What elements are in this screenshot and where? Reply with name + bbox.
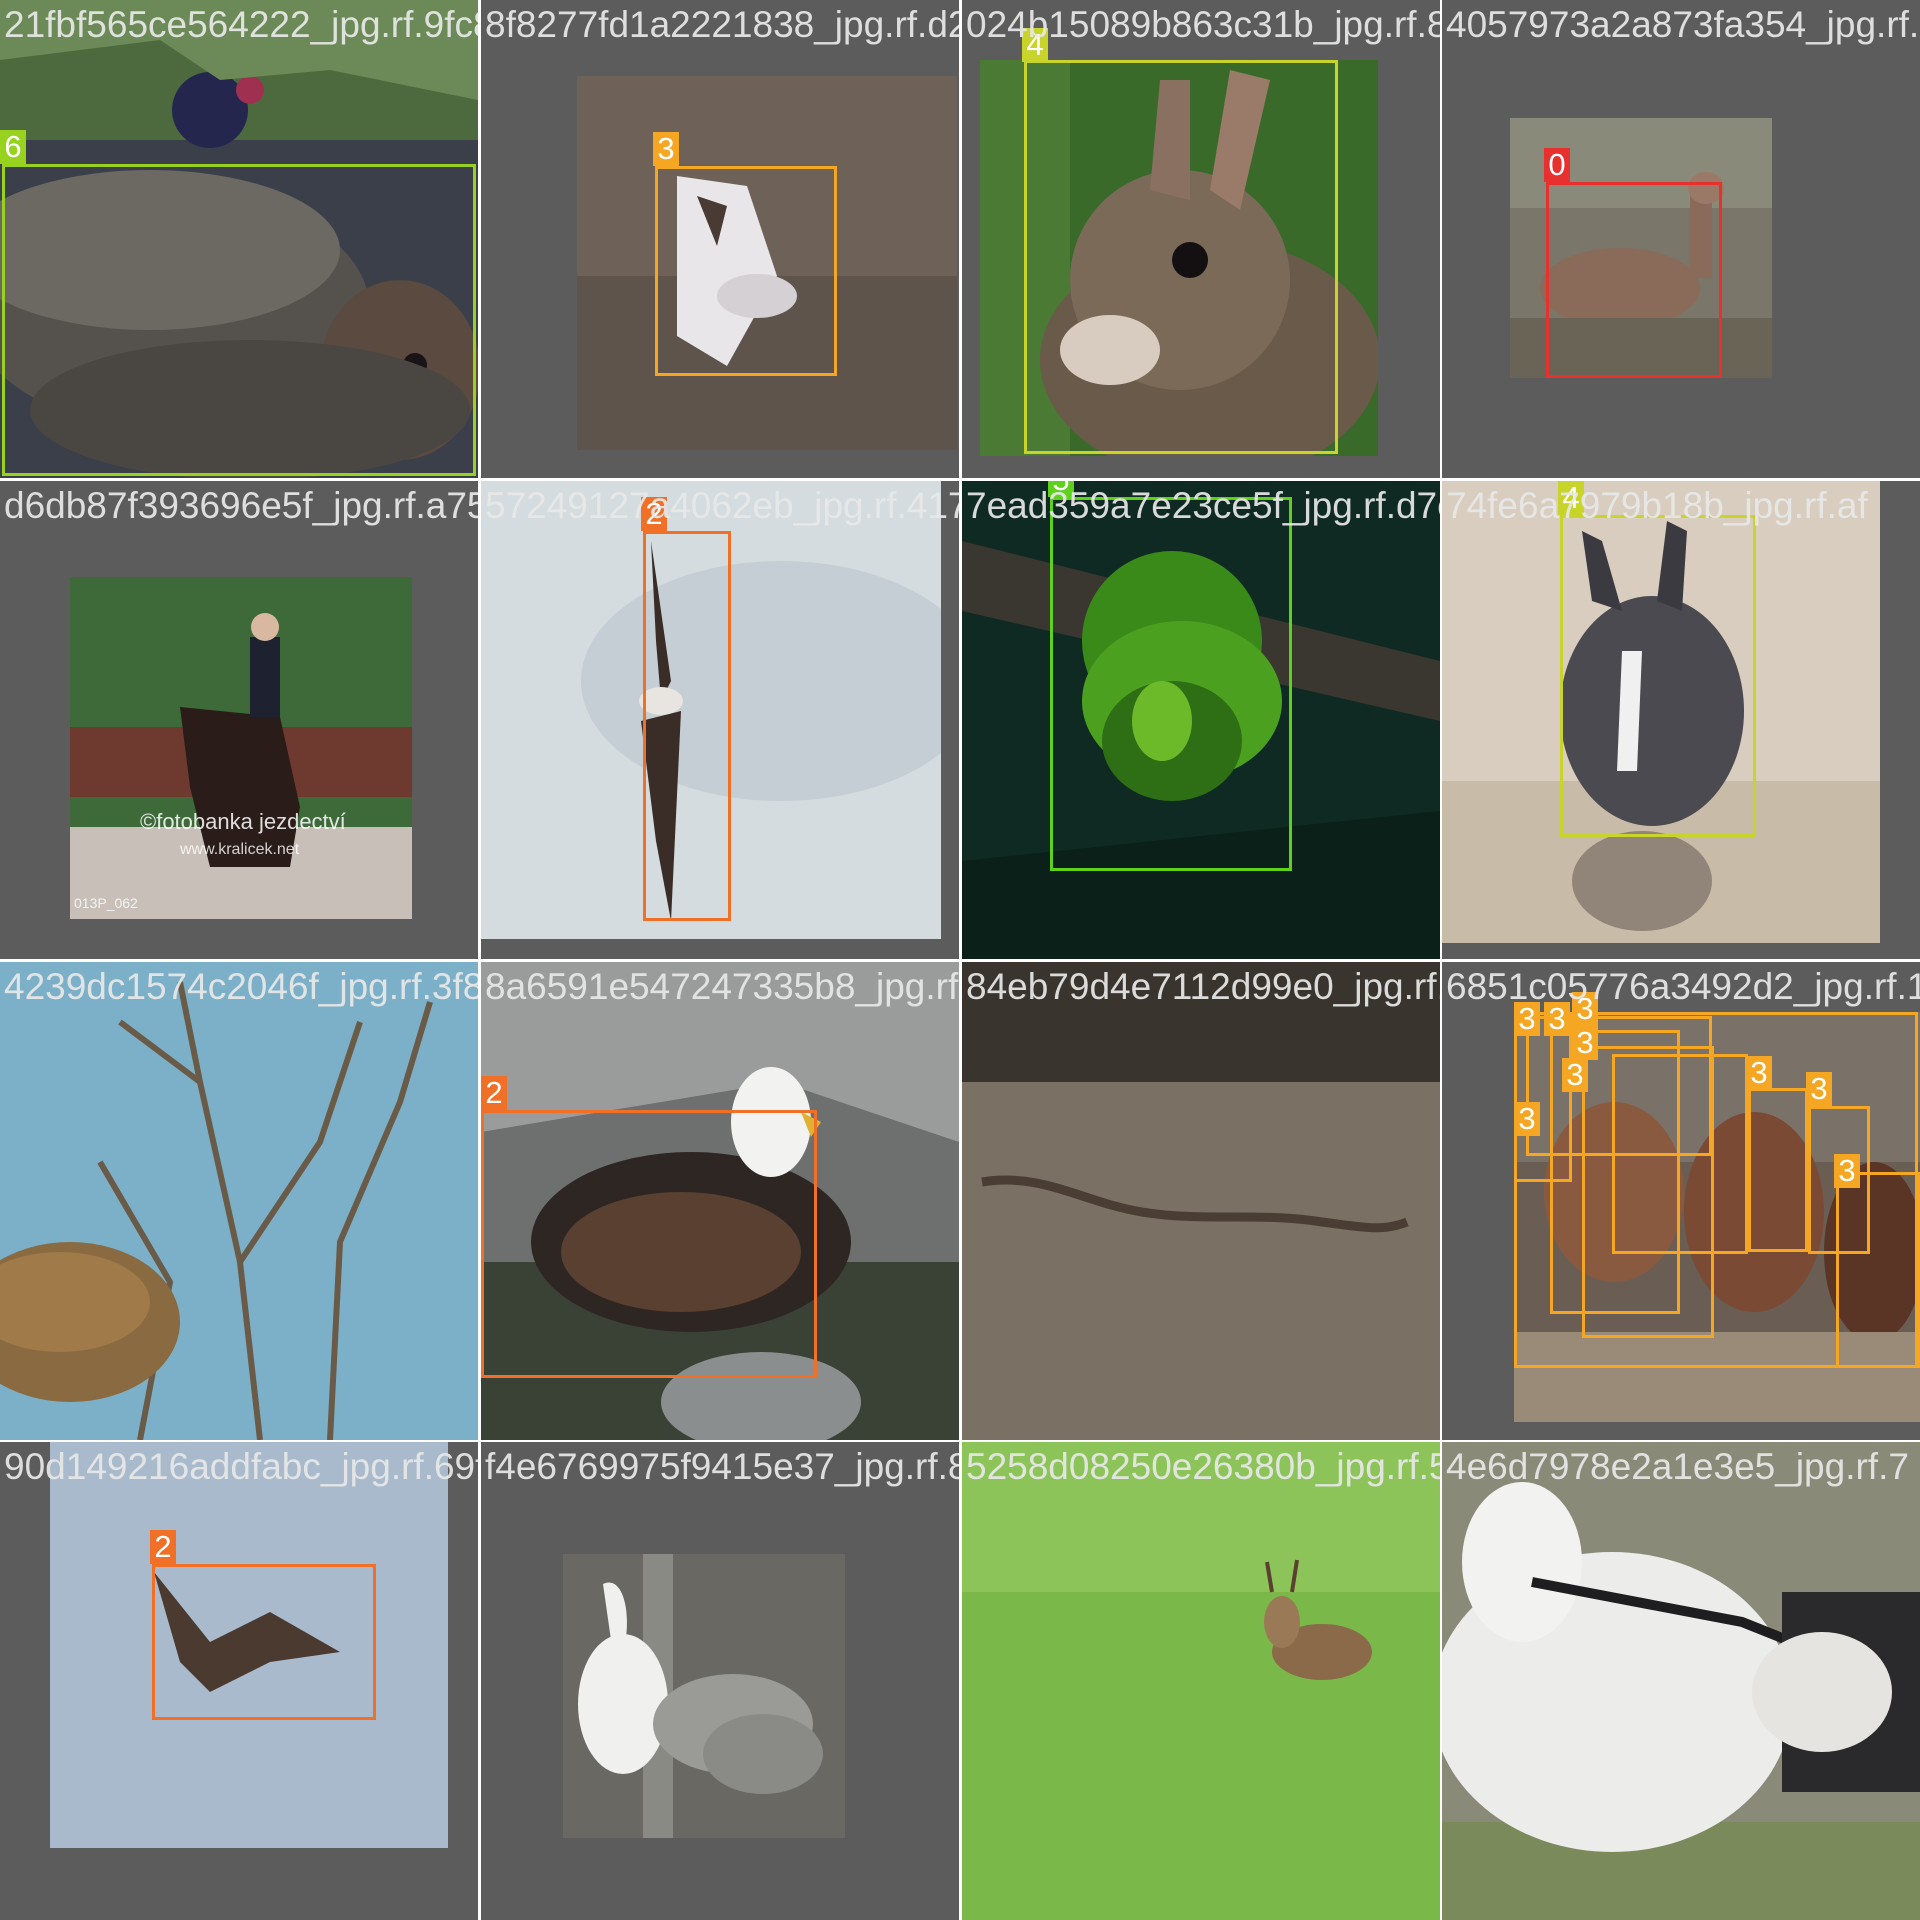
tile-osprey: 2 57249127a4062eb_jpg.rf.417ead359a7e23c… xyxy=(481,481,959,959)
tile-white-horse: 4e6d7978e2a1e3e5_jpg.rf.7 xyxy=(1442,1442,1920,1920)
detection-box xyxy=(1612,1054,1748,1254)
snake-sand-photo xyxy=(962,962,1440,1440)
detection-box xyxy=(1024,60,1338,454)
tile-nest-tree: 4239dc1574c2046f_jpg.rf.3f8a6591e5472473… xyxy=(0,962,478,1440)
filename-label: 84eb79d4e7112d99e0_jpg.rf.e6851c05776a34… xyxy=(966,966,1440,1007)
roe-deer-photo xyxy=(962,1442,1440,1920)
tile-bald-eagle: 2 8a6591e547247335b8_jpg.rf.a84eb79d4e71… xyxy=(481,962,959,1440)
detection-label: 0 xyxy=(1544,148,1570,182)
detection-label: 3 xyxy=(1806,1072,1832,1106)
detection-box xyxy=(1050,497,1292,871)
watermark-code: 013P_062 xyxy=(74,895,138,911)
tile-swan-cygnets: f4e6769975f9415e37_jpg.rf.85258d08250e26… xyxy=(481,1442,959,1920)
watermark-text: ©fotobanka jezdectví xyxy=(140,809,346,834)
detection-box xyxy=(1546,182,1722,378)
filename-label: 8a6591e547247335b8_jpg.rf.a84eb79d4e7112… xyxy=(485,966,959,1007)
filename-label: 5258d08250e26380b_jpg.rf.54e6d7978e2a1e3… xyxy=(966,1446,1440,1487)
filename-label: f4e6769975f9415e37_jpg.rf.85258d08250e26… xyxy=(485,1446,959,1487)
detection-label: 3 xyxy=(653,132,679,166)
filename-label: 21fbf565ce564222_jpg.rf.9fc8f82771c1a222… xyxy=(4,4,478,45)
filename-label: 90d149216addfabc_jpg.rf.69f4e6769975f941… xyxy=(4,1446,478,1487)
detection-label: 3 xyxy=(1834,1154,1860,1188)
swan-photo xyxy=(563,1554,845,1838)
detection-label: 6 xyxy=(0,130,26,164)
detection-box xyxy=(1748,1088,1808,1252)
detection-label: 2 xyxy=(481,1076,507,1110)
tile-horses-crowd: 3 3 3 3 3 3 3 3 3 6851c05776a3492d2_jpg.… xyxy=(1442,962,1920,1440)
nest-tree-photo xyxy=(0,962,478,1440)
filename-label: 7ead359a7e23ce5f_jpg.rf.d7c74fe6a7979b18… xyxy=(966,485,1440,526)
tile-snake-sand: 84eb79d4e7112d99e0_jpg.rf.e6851c05776a34… xyxy=(962,962,1440,1440)
filename-label: 4239dc1574c2046f_jpg.rf.3f8a6591e5472473… xyxy=(4,966,478,1007)
detection-box xyxy=(655,166,837,376)
filename-label: 6851c05776a3492d2_jpg.rf.1 xyxy=(1446,966,1920,1007)
detection-box xyxy=(2,164,476,476)
detection-label: 3 xyxy=(1514,1102,1540,1136)
tile-squirrel: 6 21fbf565ce564222_jpg.rf.9fc8f82771c1a2… xyxy=(0,0,478,478)
detection-box xyxy=(152,1564,376,1720)
filename-label: 4057973a2a873fa354_jpg.rf.22 xyxy=(1446,4,1920,45)
detection-label: 2 xyxy=(150,1530,176,1564)
mosaic-grid: 6 21fbf565ce564222_jpg.rf.9fc8f82771c1a2… xyxy=(0,0,1920,1920)
filename-label: 74fe6a7979b18b_jpg.rf.af xyxy=(1446,485,1868,526)
tile-black-rabbit: 4 74fe6a7979b18b_jpg.rf.af xyxy=(1442,481,1920,959)
filename-label: 57249127a4062eb_jpg.rf.417ead359a7e23ce5… xyxy=(485,485,959,526)
detection-label: 3 xyxy=(1746,1056,1772,1090)
horse-rider-photo: ©fotobanka jezdectví www.kralicek.net 01… xyxy=(70,577,412,919)
detection-label: 3 xyxy=(1562,1058,1588,1092)
tile-horse-rider: ©fotobanka jezdectví www.kralicek.net 01… xyxy=(0,481,478,959)
filename-label: d6db87f393696e5f_jpg.rf.a7573249127a4062… xyxy=(4,485,478,526)
detection-box xyxy=(1836,1172,1920,1368)
detection-box xyxy=(481,1110,817,1378)
tile-foal: 3 8f8277fd1a2221838_jpg.rf.d2d24b15089b8… xyxy=(481,0,959,478)
tile-rabbit: 4 024b15089b863c31b_jpg.rf.8405973a2a873… xyxy=(962,0,1440,478)
filename-label: 8f8277fd1a2221838_jpg.rf.d2d24b15089b863… xyxy=(485,4,959,45)
tile-deer: 0 4057973a2a873fa354_jpg.rf.22 xyxy=(1442,0,1920,478)
filename-label: 024b15089b863c31b_jpg.rf.8405973a2a873fa… xyxy=(966,4,1440,45)
tile-green-python: 5 7ead359a7e23ce5f_jpg.rf.d7c74fe6a7979b… xyxy=(962,481,1440,959)
tile-roe-deer: 5258d08250e26380b_jpg.rf.54e6d7978e2a1e3… xyxy=(962,1442,1440,1920)
white-horse-photo xyxy=(1442,1442,1920,1920)
detection-box xyxy=(643,531,731,921)
tile-hawk: 2 90d149216addfabc_jpg.rf.69f4e6769975f9… xyxy=(0,1442,478,1920)
watermark-url: www.kralicek.net xyxy=(180,841,300,858)
filename-label: 4e6d7978e2a1e3e5_jpg.rf.7 xyxy=(1446,1446,1909,1487)
detection-box xyxy=(1560,515,1756,837)
detection-label: 3 xyxy=(1572,1026,1598,1060)
